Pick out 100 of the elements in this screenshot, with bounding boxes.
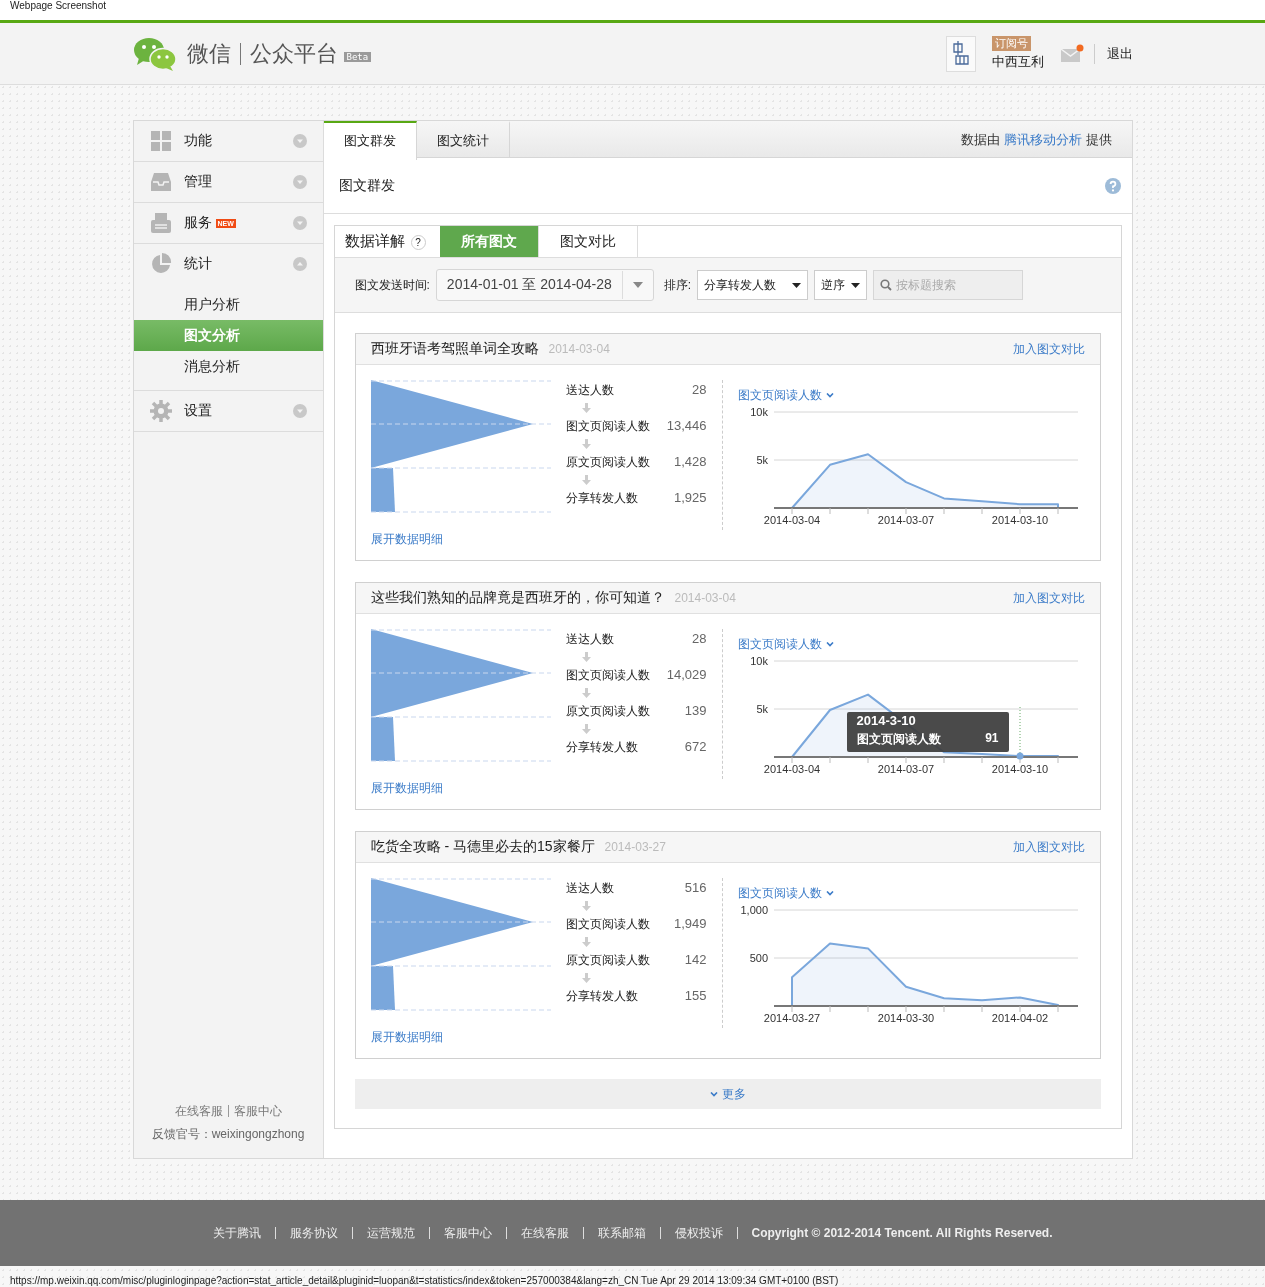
metric-label: 图文页阅读人数 xyxy=(565,916,650,932)
support-link[interactable]: 在线客服 xyxy=(174,1105,223,1117)
panel-tab[interactable]: 所有图文 xyxy=(439,226,539,257)
sidebar-subitem[interactable]: 用户分析 xyxy=(133,289,323,320)
metric-label: 分享转发人数 xyxy=(565,490,638,506)
detail-link[interactable]: 展开数据明细 xyxy=(370,1029,707,1046)
date-range-picker[interactable]: 2014-01-01 至 2014-04-28 xyxy=(435,269,654,301)
footer-link[interactable]: 关于腾讯 xyxy=(212,1224,261,1242)
footer-link[interactable]: 服务协议 xyxy=(274,1227,338,1239)
tray-icon xyxy=(149,172,172,192)
down-arrow-icon xyxy=(581,439,591,449)
provider-link[interactable]: 腾讯移动分析 xyxy=(1003,132,1082,147)
page-title: 图文群发 xyxy=(338,176,395,195)
avatar-icon[interactable] xyxy=(945,35,976,72)
more-button[interactable]: 更多 xyxy=(354,1079,1101,1109)
article-title: 吃货全攻略 - 马德里必去的15家餐厅 xyxy=(370,838,595,856)
sidebar-subitem[interactable]: 消息分析 xyxy=(133,351,323,382)
support-link[interactable]: 客服中心 xyxy=(227,1105,282,1117)
sidebar-item[interactable]: 管理 xyxy=(133,162,323,202)
metric-value: 28 xyxy=(692,631,707,647)
sidebar-item[interactable]: 功能 xyxy=(133,121,323,161)
account-name[interactable]: 中西互利 xyxy=(991,53,1044,71)
x-tick-label: 2014-03-10 xyxy=(991,763,1048,775)
article-date: 2014-03-27 xyxy=(604,840,666,854)
detail-link[interactable]: 展开数据明细 xyxy=(370,780,707,797)
chevron-down-icon xyxy=(825,393,834,398)
x-tick-label: 2014-03-27 xyxy=(763,1012,820,1024)
metric-value: 142 xyxy=(684,952,707,968)
sidebar-item[interactable]: 统计 xyxy=(133,244,323,284)
tab[interactable]: 图文群发 xyxy=(323,121,417,160)
down-arrow-icon xyxy=(581,901,591,911)
copyright: Copyright © 2012-2014 Tencent. All Rights Reserved. xyxy=(736,1227,1053,1239)
y-tick-label: 5k xyxy=(755,454,768,466)
chevron-down-icon xyxy=(709,1091,718,1097)
sort-dropdown[interactable]: 分享转发人数 xyxy=(697,270,809,300)
metric-label: 送达人数 xyxy=(565,382,614,398)
metric-label: 原文页阅读人数 xyxy=(565,952,650,968)
metric-value: 1,428 xyxy=(673,454,707,470)
x-tick-label: 2014-03-04 xyxy=(763,514,820,526)
help-icon[interactable] xyxy=(1104,177,1121,194)
metric-selector[interactable]: 图文页阅读人数 xyxy=(737,636,1080,653)
panel-tab[interactable]: 图文对比 xyxy=(538,226,638,257)
down-arrow-icon xyxy=(581,937,591,947)
footer-link[interactable]: 客服中心 xyxy=(428,1227,492,1239)
gear-icon xyxy=(149,400,172,422)
metric-value: 14,029 xyxy=(666,667,707,683)
pie-chart-icon xyxy=(149,253,172,275)
sidebar-item[interactable]: 设置 xyxy=(133,391,323,431)
search-field[interactable]: 按标题搜索 xyxy=(873,270,1024,300)
capture-url: https://mp.weixin.qq.com/misc/pluginloginpage?action=stat_article_detail&pluginid=luopan&t=statistics/index&token=257000384&lang=zh_CN Tue Apr 29 2014 13:09:34 GMT+0100 (BST) xyxy=(9,1274,840,1286)
logout-link[interactable]: 退出 xyxy=(1106,44,1133,63)
metric-label: 送达人数 xyxy=(565,631,614,647)
down-arrow-icon xyxy=(581,688,591,698)
caret-icon xyxy=(851,282,861,288)
printer-icon xyxy=(149,212,172,234)
tooltip-date: 2014-3-10 xyxy=(856,713,917,728)
x-tick-label: 2014-03-30 xyxy=(877,1012,934,1024)
compare-link[interactable]: 加入图文对比 xyxy=(1012,589,1085,607)
footer-link[interactable]: 运营规范 xyxy=(351,1227,415,1239)
down-arrow-icon xyxy=(581,724,591,734)
beta-badge: Beta xyxy=(343,51,372,62)
caret-icon xyxy=(632,282,643,288)
date-label: 图文发送时间: xyxy=(354,276,430,294)
footer-link[interactable]: 在线客服 xyxy=(505,1227,569,1239)
account-type-badge: 订阅号 xyxy=(991,36,1031,51)
metric-label: 分享转发人数 xyxy=(565,988,638,1004)
feedback-account: 反馈官号：weixingongzhong xyxy=(150,1126,306,1143)
mail-icon[interactable] xyxy=(1059,43,1084,64)
metric-label: 送达人数 xyxy=(565,880,614,896)
metric-value: 13,446 xyxy=(666,418,707,434)
metric-value: 28 xyxy=(692,382,707,398)
metric-label: 图文页阅读人数 xyxy=(565,667,650,683)
order-dropdown[interactable]: 逆序 xyxy=(814,270,868,300)
caret-icon xyxy=(792,282,802,288)
metric-value: 155 xyxy=(684,988,707,1004)
footer-link[interactable]: 侵权投诉 xyxy=(659,1227,723,1239)
detail-link[interactable]: 展开数据明细 xyxy=(370,531,707,548)
metric-label: 原文页阅读人数 xyxy=(565,703,650,719)
panel-title: 数据详解 xyxy=(343,232,405,251)
x-tick-label: 2014-04-02 xyxy=(991,1012,1048,1024)
logo-text: 微信 xyxy=(186,39,231,68)
product-name: 公众平台 xyxy=(249,39,338,68)
sidebar-subitem[interactable]: 图文分析 xyxy=(133,320,323,351)
metric-selector[interactable]: 图文页阅读人数 xyxy=(737,387,1080,404)
compare-link[interactable]: 加入图文对比 xyxy=(1012,838,1085,856)
y-tick-label: 10k xyxy=(749,406,768,418)
chevron-down-icon xyxy=(825,642,834,647)
provider-suffix: 提供 xyxy=(1085,132,1112,147)
x-tick-label: 2014-03-04 xyxy=(763,763,820,775)
article-date: 2014-03-04 xyxy=(548,342,610,356)
metric-value: 1,925 xyxy=(673,490,707,506)
metric-value: 139 xyxy=(684,703,707,719)
compare-link[interactable]: 加入图文对比 xyxy=(1012,340,1085,358)
down-arrow-icon xyxy=(581,475,591,485)
metric-selector[interactable]: 图文页阅读人数 xyxy=(737,885,1080,902)
footer-link[interactable]: 联系邮箱 xyxy=(582,1227,646,1239)
tab[interactable]: 图文统计 xyxy=(416,121,510,157)
provider-label: 数据由 xyxy=(961,132,1001,147)
chevron-down-icon xyxy=(825,891,834,896)
tooltip-label: 图文页阅读人数 xyxy=(856,731,941,748)
